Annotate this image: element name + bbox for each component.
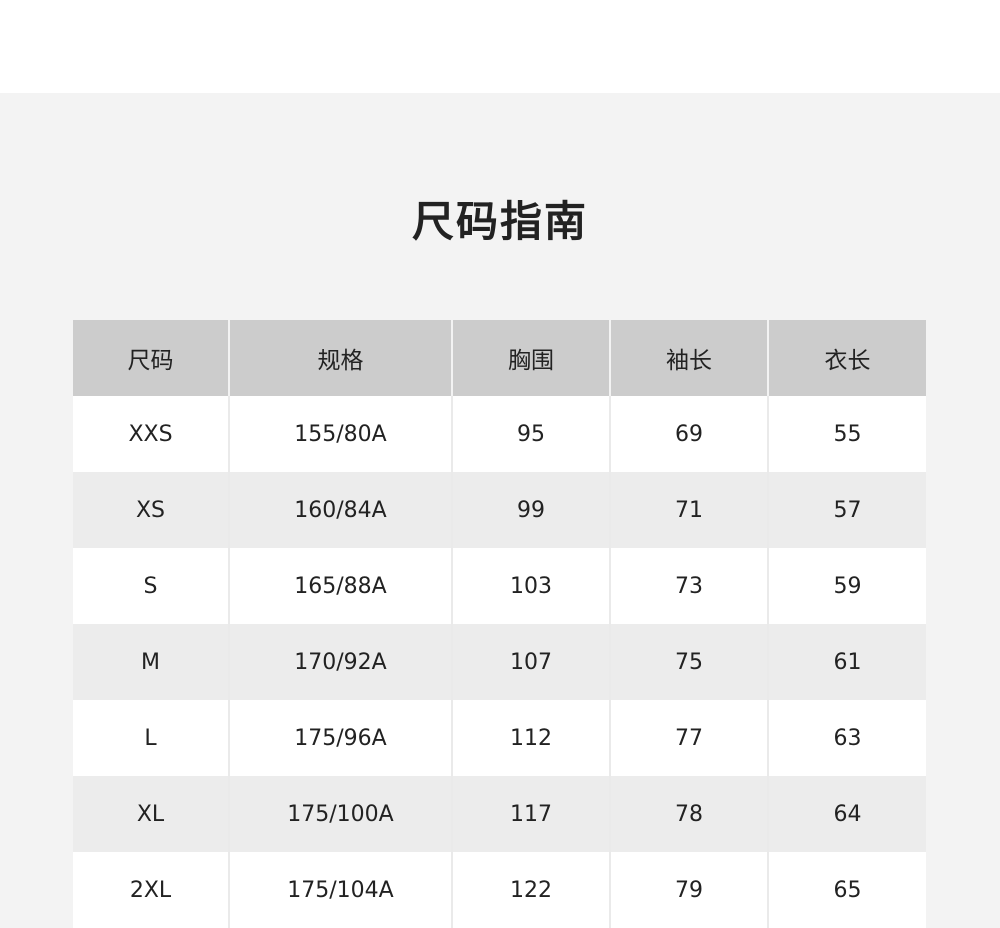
column-header-chest: 胸围 <box>452 320 611 396</box>
size-chart-table: 尺码 规格 胸围 袖长 衣长 XXS 155/80A 95 69 55 XS 1… <box>73 320 926 928</box>
cell-size: M <box>73 624 230 700</box>
cell-size: XXS <box>73 396 230 472</box>
page-title: 尺码指南 <box>411 197 588 246</box>
table-header-row: 尺码 规格 胸围 袖长 衣长 <box>73 320 926 396</box>
cell-spec: 160/84A <box>229 472 453 548</box>
column-header-body-length: 衣长 <box>768 320 926 396</box>
top-blank-band <box>0 0 1000 93</box>
cell-sleeve-length: 79 <box>610 852 769 928</box>
cell-size: 2XL <box>73 852 230 928</box>
cell-size: L <box>73 700 230 776</box>
table-row: 2XL 175/104A 122 79 65 <box>73 852 926 928</box>
cell-size: XL <box>73 776 230 852</box>
cell-body-length: 55 <box>768 396 926 472</box>
cell-body-length: 65 <box>768 852 926 928</box>
cell-chest: 112 <box>452 700 611 776</box>
cell-spec: 170/92A <box>229 624 453 700</box>
cell-body-length: 63 <box>768 700 926 776</box>
column-header-spec: 规格 <box>229 320 453 396</box>
cell-spec: 165/88A <box>229 548 453 624</box>
column-header-size: 尺码 <box>73 320 230 396</box>
table-row: XXS 155/80A 95 69 55 <box>73 396 926 472</box>
cell-size: S <box>73 548 230 624</box>
cell-body-length: 59 <box>768 548 926 624</box>
cell-chest: 122 <box>452 852 611 928</box>
cell-chest: 95 <box>452 396 611 472</box>
cell-sleeve-length: 75 <box>610 624 769 700</box>
cell-sleeve-length: 71 <box>610 472 769 548</box>
column-header-sleeve-length: 袖长 <box>610 320 769 396</box>
cell-spec: 175/96A <box>229 700 453 776</box>
table-row: L 175/96A 112 77 63 <box>73 700 926 776</box>
cell-spec: 175/100A <box>229 776 453 852</box>
table-row: XL 175/100A 117 78 64 <box>73 776 926 852</box>
cell-chest: 117 <box>452 776 611 852</box>
table-row: M 170/92A 107 75 61 <box>73 624 926 700</box>
cell-body-length: 64 <box>768 776 926 852</box>
cell-sleeve-length: 73 <box>610 548 769 624</box>
table-row: XS 160/84A 99 71 57 <box>73 472 926 548</box>
cell-sleeve-length: 77 <box>610 700 769 776</box>
cell-size: XS <box>73 472 230 548</box>
cell-body-length: 61 <box>768 624 926 700</box>
cell-spec: 175/104A <box>229 852 453 928</box>
cell-body-length: 57 <box>768 472 926 548</box>
table-row: S 165/88A 103 73 59 <box>73 548 926 624</box>
cell-chest: 99 <box>452 472 611 548</box>
cell-sleeve-length: 78 <box>610 776 769 852</box>
cell-chest: 103 <box>452 548 611 624</box>
cell-spec: 155/80A <box>229 396 453 472</box>
cell-sleeve-length: 69 <box>610 396 769 472</box>
cell-chest: 107 <box>452 624 611 700</box>
